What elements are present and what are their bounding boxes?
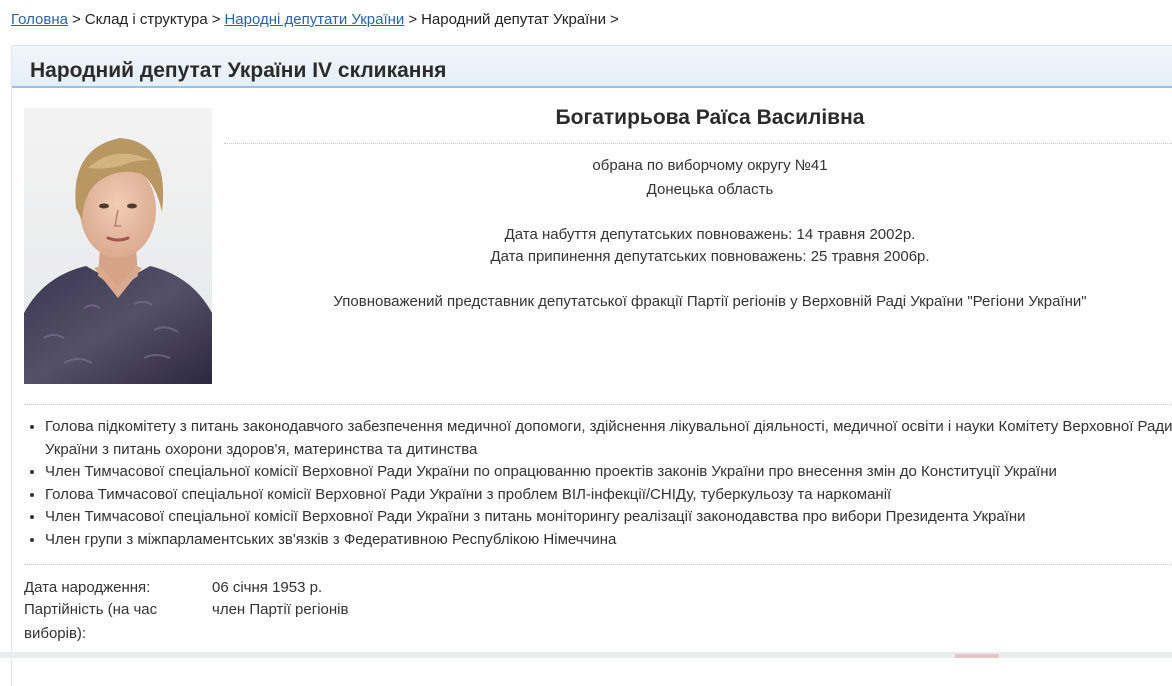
birth-date-value: 06 січня 1953 р.	[212, 579, 323, 596]
breadcrumb-current: Народний депутат України	[421, 11, 606, 28]
faction-role: Уповноважений представник депутатської ф…	[333, 293, 1087, 310]
list-item: Голова підкомітету з питань законодавчог…	[45, 416, 1172, 461]
breadcrumb: Головна > Склад і структура > Народні депута…	[11, 11, 623, 28]
list-item: Член групи з міжпарламентських зв'язків …	[45, 529, 1172, 552]
breadcrumb-separator: >	[609, 11, 619, 28]
breadcrumb-home-link[interactable]: Головна	[11, 11, 68, 28]
party-row: Партійність (на час виборів): член Парті…	[24, 598, 724, 646]
breadcrumb-deputies-link[interactable]: Народні депутати України	[224, 11, 404, 28]
breadcrumb-separator: >	[408, 11, 418, 28]
deputy-name: Богатирьова Раїса Василівна	[555, 106, 865, 129]
election-district: обрана по виборчому округу №41	[592, 157, 828, 174]
party-value: член Партії регіонів	[212, 601, 349, 618]
section-divider	[24, 404, 1172, 405]
region: Донецька область	[646, 181, 774, 198]
list-item: Член Тимчасової спеціальної комісії Верх…	[45, 506, 1172, 529]
panel-header: Народний депутат України IV скликання	[12, 46, 1172, 88]
page-title: Народний депутат України IV скликання	[30, 59, 447, 82]
breadcrumb-structure: Склад і структура	[84, 11, 208, 28]
deputy-photo	[24, 108, 212, 384]
birth-date-row: Дата народження: 06 січня 1953 р.	[24, 576, 724, 600]
list-item: Член Тимчасової спеціальної комісії Верх…	[45, 461, 1172, 484]
breadcrumb-separator: >	[72, 11, 81, 28]
breadcrumb-separator: >	[211, 11, 221, 28]
mandate-start: Дата набуття депутатських повноважень: 1…	[504, 226, 916, 243]
list-item: Голова Тимчасової спеціальної комісії Ве…	[45, 484, 1172, 507]
birth-date-label: Дата народження:	[24, 579, 151, 596]
positions-list: Голова підкомітету з питань законодавчог…	[24, 416, 1172, 551]
section-divider	[24, 564, 1172, 565]
scrollbar-thumb[interactable]	[955, 654, 999, 658]
party-label: Партійність (на час виборів):	[24, 601, 158, 642]
mandate-end: Дата припинення депутатських повноважень…	[490, 248, 930, 265]
name-divider	[224, 143, 1172, 144]
